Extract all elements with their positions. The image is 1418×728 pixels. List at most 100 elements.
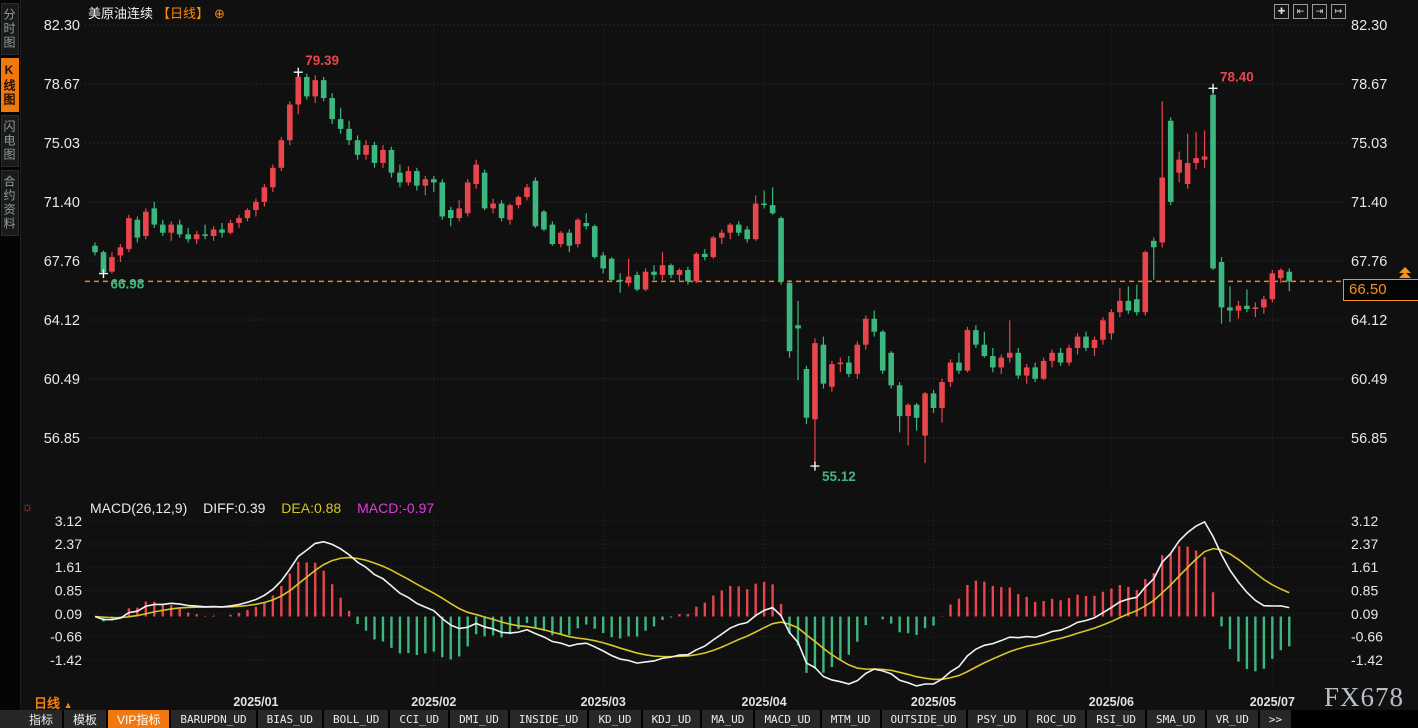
indicator-tab-sma_ud[interactable]: SMA_UD xyxy=(1147,710,1205,728)
indicator-tab-vip[interactable]: VIP指标 xyxy=(108,710,169,728)
candle-body xyxy=(516,197,522,205)
candle-body xyxy=(245,210,251,218)
macd-axis-label-right: -0.66 xyxy=(1351,629,1383,645)
candle-body xyxy=(118,247,124,255)
candle-body xyxy=(795,325,801,328)
candle-body xyxy=(126,218,132,249)
candle-body xyxy=(744,229,750,239)
candle-body xyxy=(397,173,403,183)
candle-body xyxy=(736,225,742,233)
candle-body xyxy=(1236,306,1242,311)
candle-body xyxy=(567,233,573,246)
indicator-tab->>[interactable]: >> xyxy=(1260,710,1291,728)
axis-scale-bottom-icon[interactable]: ⇥ xyxy=(1312,4,1327,19)
candle-body xyxy=(295,77,301,105)
price-axis-label-left: 71.40 xyxy=(44,195,80,211)
candle-body xyxy=(990,356,996,367)
indicator-tab-kdj_ud[interactable]: KDJ_UD xyxy=(643,710,701,728)
x-axis-label: 2025/06 xyxy=(1089,695,1134,709)
chevron-up-icon: ▲ xyxy=(64,700,73,710)
candle-body xyxy=(1126,301,1132,311)
indicator-tab-outside_ud[interactable]: OUTSIDE_UD xyxy=(882,710,966,728)
crosshair-icon[interactable]: ✚ xyxy=(1274,4,1289,19)
axis-scale-right-icon[interactable]: ↦ xyxy=(1331,4,1346,19)
candle-body xyxy=(143,212,149,236)
candle-body xyxy=(329,98,335,119)
candle-body xyxy=(406,171,412,182)
indicator-tab-macd_ud[interactable]: MACD_UD xyxy=(755,710,819,728)
candle-body xyxy=(829,364,835,387)
indicator-settings-icon[interactable]: ☼ xyxy=(21,498,34,514)
sidebar-item-time-chart[interactable]: 分时图 xyxy=(1,3,19,55)
extreme-cross-marker xyxy=(1209,84,1218,93)
macd-axis-label-right: 0.85 xyxy=(1351,583,1378,599)
indicator-tab-roc_ud[interactable]: ROC_UD xyxy=(1028,710,1086,728)
candle-body xyxy=(160,225,166,233)
candle-body xyxy=(423,179,429,185)
indicator-tab-ma_ud[interactable]: MA_UD xyxy=(702,710,753,728)
candle-body xyxy=(761,204,767,206)
candle-body xyxy=(998,358,1004,368)
add-circle-icon[interactable]: ⊕ xyxy=(214,6,225,21)
price-axis-label-right: 71.40 xyxy=(1351,195,1387,211)
candle-body xyxy=(135,220,141,238)
candle-body xyxy=(1075,337,1081,348)
indicator-tab-[interactable]: 模板 xyxy=(64,710,106,728)
macd-axis-label-left: 2.37 xyxy=(55,536,82,552)
candle-body xyxy=(287,105,293,141)
indicator-tab-cci_ud[interactable]: CCI_UD xyxy=(390,710,448,728)
candle-body xyxy=(507,205,513,220)
indicator-tab-inside_ud[interactable]: INSIDE_UD xyxy=(510,710,588,728)
sidebar-item-candle-chart[interactable]: K线图 xyxy=(1,58,19,112)
candle-body xyxy=(338,119,344,129)
candle-body xyxy=(558,233,564,244)
candle-body xyxy=(253,202,259,210)
candle-body xyxy=(211,229,217,235)
x-axis-label: 2025/07 xyxy=(1250,695,1295,709)
indicator-tab-rsi_ud[interactable]: RSI_UD xyxy=(1087,710,1145,728)
extreme-cross-marker xyxy=(99,269,108,278)
macd-formula-label: MACD(26,12,9) xyxy=(90,500,187,516)
price-axis-label-left: 56.85 xyxy=(44,431,80,447)
candle-body xyxy=(871,319,877,332)
indicator-tab-barupdn_ud[interactable]: BARUPDN_UD xyxy=(171,710,255,728)
candle-body xyxy=(1100,320,1106,339)
price-axis-label-left: 75.03 xyxy=(44,136,80,152)
chart-layout-icons: ✚ ⇤ ⇥ ↦ xyxy=(1274,4,1346,19)
indicator-tab-[interactable]: 指标 xyxy=(20,710,62,728)
candle-body xyxy=(439,182,445,216)
candle-body xyxy=(1244,306,1250,309)
candle-body xyxy=(1083,337,1089,348)
candle-body xyxy=(592,226,598,257)
candle-body xyxy=(711,238,717,257)
axis-scale-left-icon[interactable]: ⇤ xyxy=(1293,4,1308,19)
candle-body xyxy=(702,254,708,257)
candle-body xyxy=(1142,252,1148,312)
candle-body xyxy=(1032,367,1038,378)
sidebar-item-lightning-chart[interactable]: 闪电图 xyxy=(1,115,19,167)
candle-body xyxy=(575,220,581,244)
candle-body xyxy=(380,150,386,163)
indicator-tab-boll_ud[interactable]: BOLL_UD xyxy=(324,710,388,728)
candlestick-chart[interactable]: 2025/012025/022025/032025/042025/052025/… xyxy=(0,0,1418,728)
candle-body xyxy=(982,345,988,356)
indicator-tab-vr_ud[interactable]: VR_UD xyxy=(1207,710,1258,728)
candle-body xyxy=(651,272,657,275)
high-price-annotation: 78.40 xyxy=(1220,69,1254,84)
indicator-tab-bias_ud[interactable]: BIAS_UD xyxy=(258,710,322,728)
indicator-tab-kd_ud[interactable]: KD_UD xyxy=(589,710,640,728)
price-axis-label-left: 60.49 xyxy=(44,372,80,388)
candle-body xyxy=(228,223,234,233)
candle-body xyxy=(838,363,844,365)
candle-body xyxy=(1253,307,1259,309)
candle-body xyxy=(355,140,361,155)
sidebar-item-contract-info[interactable]: 合约资料 xyxy=(1,170,19,236)
candle-body xyxy=(109,257,115,272)
indicator-tab-psy_ud[interactable]: PSY_UD xyxy=(968,710,1026,728)
indicator-tab-dmi_ud[interactable]: DMI_UD xyxy=(450,710,508,728)
candle-body xyxy=(202,234,208,236)
candle-body xyxy=(1024,367,1030,375)
candle-body xyxy=(482,173,488,209)
indicator-tab-mtm_ud[interactable]: MTM_UD xyxy=(822,710,880,728)
candle-body xyxy=(1286,272,1292,282)
